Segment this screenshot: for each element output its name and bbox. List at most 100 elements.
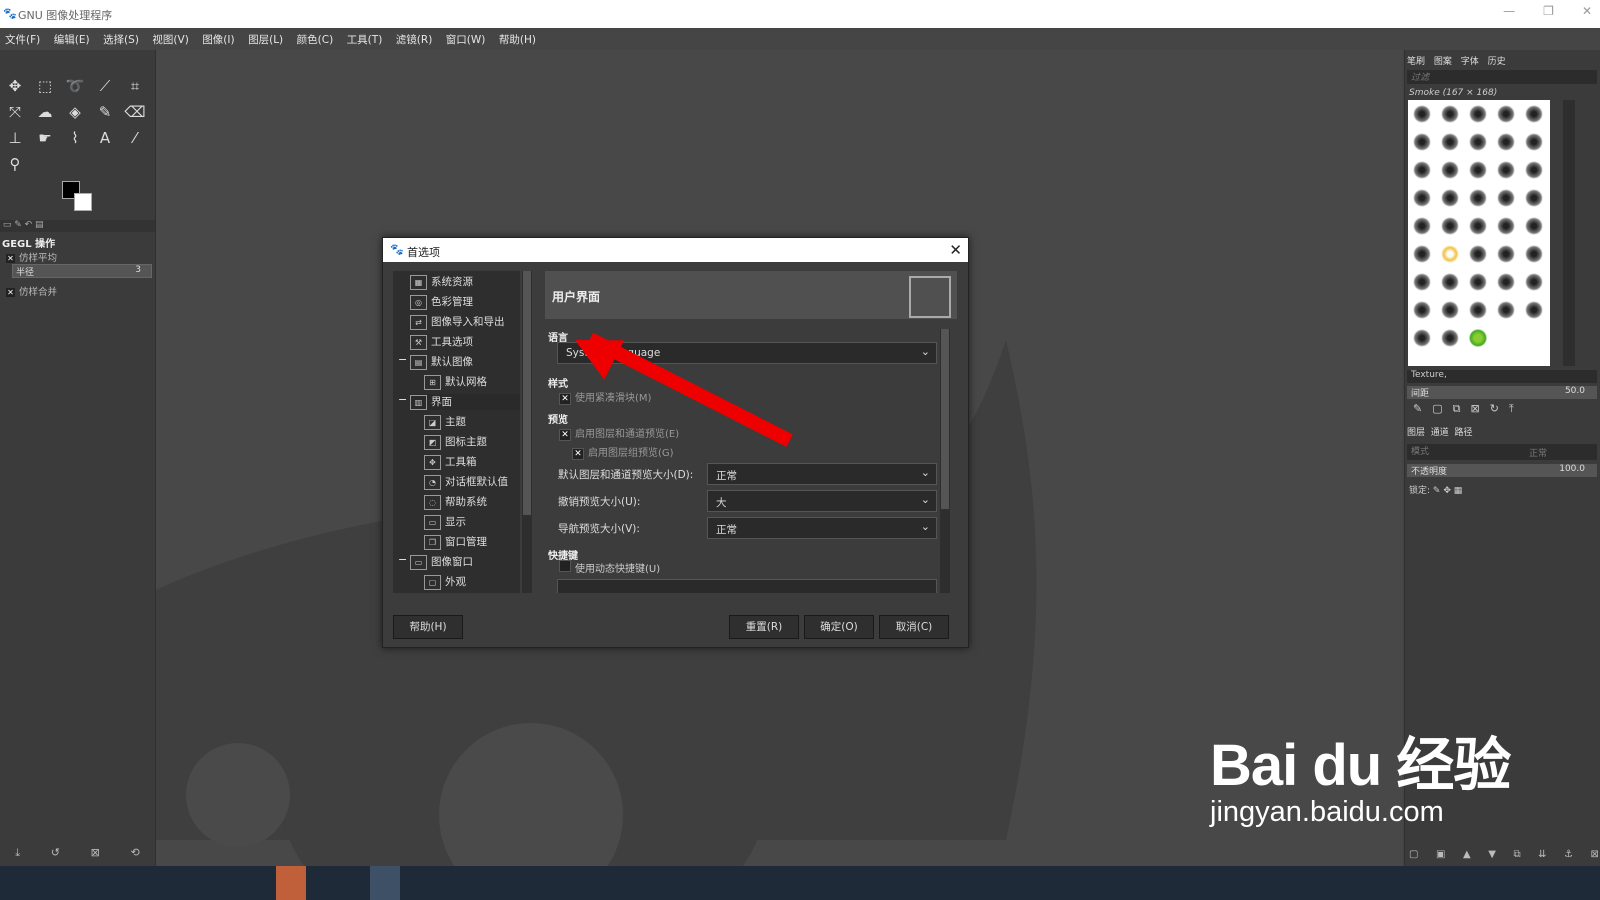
brush-item[interactable] xyxy=(1492,184,1520,212)
tab-fonts[interactable]: 字体 xyxy=(1461,57,1479,67)
brush-item[interactable] xyxy=(1436,324,1464,352)
brush-item[interactable] xyxy=(1408,268,1436,296)
tree-item-dialog-defaults[interactable]: ◔ 对话框默认值 xyxy=(424,474,508,490)
brush-item[interactable] xyxy=(1408,212,1436,240)
brush-item[interactable] xyxy=(1520,100,1548,128)
tab-layers[interactable]: 图层 xyxy=(1407,428,1425,438)
background-color-swatch[interactable] xyxy=(74,193,92,211)
brush-item[interactable] xyxy=(1436,128,1464,156)
menu-layer[interactable]: 图层(L) xyxy=(243,28,288,51)
tab-history[interactable]: 历史 xyxy=(1488,57,1506,67)
brush-item[interactable] xyxy=(1520,184,1548,212)
collapse-icon[interactable]: − xyxy=(398,553,407,566)
delete-options-icon[interactable]: ⊠ xyxy=(91,846,100,860)
brush-item[interactable] xyxy=(1520,156,1548,184)
tree-item-default-grid[interactable]: ⊞ 默认网格 xyxy=(424,374,487,390)
brush-grid[interactable] xyxy=(1408,100,1550,366)
radius-slider[interactable]: 半径 3 xyxy=(12,264,152,278)
move-tool-icon[interactable]: ✥ xyxy=(4,75,26,97)
delete-brush-icon[interactable]: ⊠ xyxy=(1470,402,1489,415)
brush-item[interactable] xyxy=(1408,296,1436,324)
brush-item[interactable] xyxy=(1436,212,1464,240)
open-brush-icon[interactable]: ⤒ xyxy=(1509,402,1524,415)
merge-layer-icon[interactable]: ⇊ xyxy=(1538,849,1546,860)
new-layer-icon[interactable]: ▢ xyxy=(1409,849,1418,860)
new-group-icon[interactable]: ▣ xyxy=(1436,849,1445,860)
layer-mode-select[interactable]: 模式 正常 xyxy=(1407,444,1597,460)
tree-item-display[interactable]: ▭ 显示 xyxy=(424,514,466,530)
close-window-button[interactable]: ✕ xyxy=(1582,4,1592,18)
reset-options-icon[interactable]: ⟲ xyxy=(130,846,139,860)
tree-item-window-management[interactable]: ❐ 窗口管理 xyxy=(424,534,487,550)
brush-item[interactable] xyxy=(1520,212,1548,240)
brush-item[interactable] xyxy=(1492,268,1520,296)
duplicate-layer-icon[interactable]: ⧉ xyxy=(1513,849,1520,860)
eraser-tool-icon[interactable]: ⌫ xyxy=(124,101,146,123)
clone-tool-icon[interactable]: ⊥ xyxy=(4,127,26,149)
lock-pixels-icon[interactable]: ✎ xyxy=(1433,486,1441,496)
brush-item[interactable] xyxy=(1520,128,1548,156)
brush-scrollbar[interactable] xyxy=(1563,100,1575,366)
brush-item[interactable] xyxy=(1464,100,1492,128)
rect-select-tool-icon[interactable]: ⬚ xyxy=(34,75,56,97)
raise-layer-icon[interactable]: ▲ xyxy=(1463,849,1471,860)
crop-tool-icon[interactable]: ⌗ xyxy=(124,75,146,97)
tree-item-toolbox[interactable]: ✥ 工具箱 xyxy=(424,454,477,470)
lock-alpha-icon[interactable]: ▦ xyxy=(1454,486,1463,496)
opacity-slider[interactable]: 不透明度 100.0 xyxy=(1407,464,1597,477)
collapse-icon[interactable]: − xyxy=(398,353,407,366)
tree-scrollbar[interactable] xyxy=(522,271,532,593)
brush-item[interactable] xyxy=(1492,156,1520,184)
anchor-layer-icon[interactable]: ⚓ xyxy=(1564,849,1573,860)
cancel-button[interactable]: 取消(C) xyxy=(879,615,949,639)
lower-layer-icon[interactable]: ▼ xyxy=(1488,849,1496,860)
brush-item[interactable] xyxy=(1408,240,1436,268)
ok-button[interactable]: 确定(O) xyxy=(804,615,874,639)
default-preview-size-select[interactable]: 正常 ⌄ xyxy=(707,463,937,485)
option-merge[interactable]: ✕ 仿样合并 xyxy=(6,284,57,298)
configure-shortcuts-button[interactable] xyxy=(557,579,937,593)
tab-patterns[interactable]: 图案 xyxy=(1434,57,1452,67)
reset-button[interactable]: 重置(R) xyxy=(729,615,799,639)
tree-item-image-windows[interactable]: ▭ 图像窗口 xyxy=(410,554,473,570)
menu-select[interactable]: 选择(S) xyxy=(98,28,144,51)
tree-item-interface[interactable]: ▥ 界面 xyxy=(410,394,520,410)
lasso-tool-icon[interactable]: ➰ xyxy=(64,75,86,97)
brush-item[interactable] xyxy=(1520,240,1548,268)
tree-item-appearance[interactable]: ▢ 外观 xyxy=(424,574,466,590)
brush-item[interactable] xyxy=(1464,324,1492,352)
brush-item[interactable] xyxy=(1492,240,1520,268)
brush-item[interactable] xyxy=(1464,184,1492,212)
tab-brushes[interactable]: 笔刷 xyxy=(1407,57,1425,67)
tree-item-help-system[interactable]: ◌ 帮助系统 xyxy=(424,494,487,510)
brush-item[interactable] xyxy=(1520,268,1548,296)
brush-item[interactable] xyxy=(1408,100,1436,128)
brush-item[interactable] xyxy=(1464,268,1492,296)
brush-item[interactable] xyxy=(1464,240,1492,268)
restore-options-icon[interactable]: ↺ xyxy=(51,846,60,860)
brush-item[interactable] xyxy=(1408,128,1436,156)
layer-channel-preview-checkbox[interactable]: ✕ 启用图层和通道预览(E) xyxy=(559,425,679,441)
brush-item[interactable] xyxy=(1436,240,1464,268)
tree-item-color-management[interactable]: ◎ 色彩管理 xyxy=(410,294,473,310)
help-button[interactable]: 帮助(H) xyxy=(393,615,463,639)
lock-position-icon[interactable]: ✥ xyxy=(1443,486,1451,496)
zoom-tool-icon[interactable]: ⚲ xyxy=(4,153,26,175)
compact-sliders-checkbox[interactable]: ✕ 使用紧凑滑块(M) xyxy=(559,389,651,405)
delete-layer-icon[interactable]: ⊠ xyxy=(1591,849,1599,860)
color-picker-tool-icon[interactable]: ⁄ xyxy=(124,127,146,149)
panel-scroll-thumb[interactable] xyxy=(941,329,949,509)
brush-item[interactable] xyxy=(1408,156,1436,184)
brush-item[interactable] xyxy=(1464,212,1492,240)
text-tool-icon[interactable]: A xyxy=(94,127,116,149)
undo-preview-size-select[interactable]: 大 ⌄ xyxy=(707,490,937,512)
nav-preview-size-select[interactable]: 正常 ⌄ xyxy=(707,517,937,539)
tree-item-import-export[interactable]: ⇄ 图像导入和导出 xyxy=(410,314,505,330)
menu-image[interactable]: 图像(I) xyxy=(197,28,239,51)
tree-scroll-thumb[interactable] xyxy=(523,271,531,515)
tree-item-default-image[interactable]: ▤ 默认图像 xyxy=(410,354,473,370)
menu-help[interactable]: 帮助(H) xyxy=(494,28,541,51)
tab-paths[interactable]: 路径 xyxy=(1455,428,1473,438)
brush-spacing-slider[interactable]: 间距 50.0 xyxy=(1407,386,1597,399)
menu-edit[interactable]: 编辑(E) xyxy=(49,28,95,51)
